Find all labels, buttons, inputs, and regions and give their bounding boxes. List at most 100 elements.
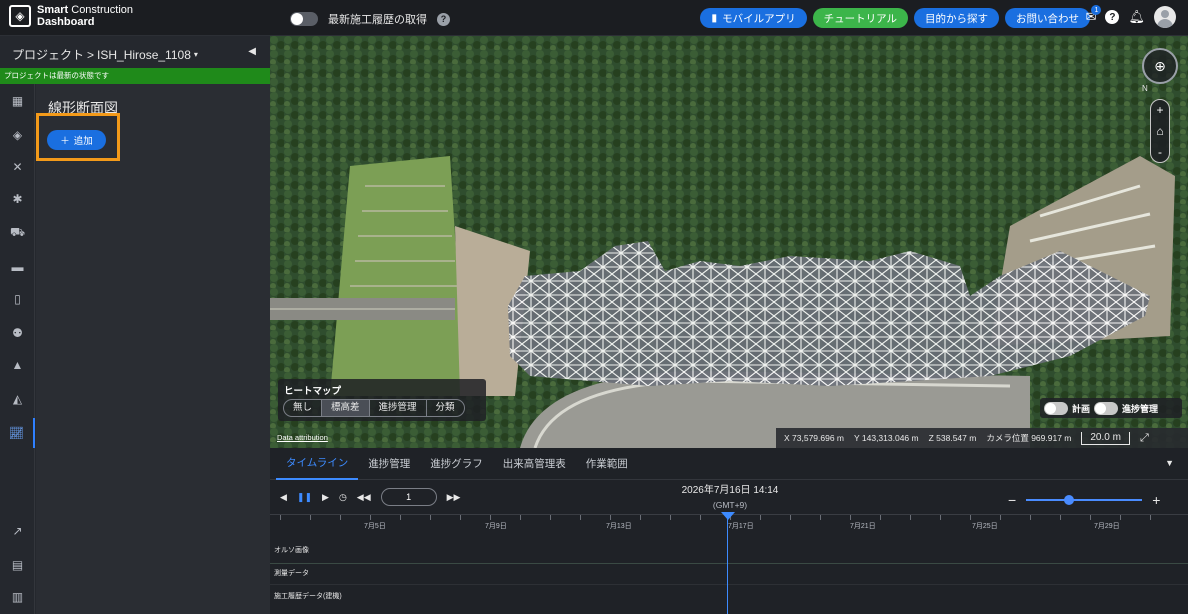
device-icon[interactable]: ▯: [0, 284, 35, 314]
zoom-in-icon[interactable]: +: [1156, 103, 1163, 117]
dashboard-icon[interactable]: ▦: [0, 86, 35, 116]
coord-z: Z 538.547 m: [928, 433, 977, 443]
plan-toggle[interactable]: [1044, 401, 1068, 415]
date-label: 7月25日: [972, 523, 998, 530]
add-button-label: 追加: [73, 136, 93, 147]
timeline-cursor-head[interactable]: [721, 512, 735, 520]
date-label: 7月21日: [850, 523, 876, 530]
contact-label: お問い合わせ: [1016, 12, 1079, 25]
step-back-icon[interactable]: ◀: [280, 492, 287, 503]
progress-toggle[interactable]: [1094, 401, 1119, 415]
heatmap-segmented-control: 無し 標高差 進捗管理 分類: [283, 399, 465, 417]
data-attribution-link[interactable]: Data attribution: [277, 433, 328, 442]
zoom-track[interactable]: [1026, 495, 1143, 505]
tab-work-area[interactable]: 作業範囲: [576, 449, 638, 479]
heatmap-option-none[interactable]: 無し: [284, 400, 323, 416]
coord-x: X 73,579.696 m: [784, 433, 845, 443]
settings-icon[interactable]: ✱: [0, 184, 35, 214]
folder-icon[interactable]: ▬: [0, 252, 35, 282]
header-icons: ✉ 1 ? 🔔︎: [1086, 5, 1176, 28]
timeline-panel: タイムライン 進捗管理 進捗グラフ 出来高管理表 作業範囲 ▼ ◀ ❚❚ ▶ ◷…: [270, 448, 1188, 614]
search-by-purpose-label: 目的から探す: [925, 12, 988, 25]
bell-icon[interactable]: 🔔︎: [1128, 9, 1145, 25]
heatmap-option-classification[interactable]: 分類: [427, 400, 464, 416]
timeline-zoom-slider: − +: [1008, 492, 1160, 508]
tools-icon[interactable]: ✕: [0, 152, 35, 182]
scale-bar: 20.0 m: [1081, 431, 1130, 445]
mobile-app-button[interactable]: ▮ モバイルアプリ: [700, 8, 807, 28]
help-icon[interactable]: ?: [437, 12, 450, 26]
tab-timeline[interactable]: タイムライン: [276, 448, 359, 480]
breadcrumb[interactable]: プロジェクト > ISH_Hirose_1108 ▾: [12, 46, 198, 63]
cross-section-icon[interactable]: 📈︎: [0, 418, 35, 448]
zoom-in-timeline-icon[interactable]: +: [1152, 492, 1160, 508]
playback-controls: ◀ ❚❚ ▶ ◷ ◀◀ ▶▶: [280, 488, 460, 506]
zoom-control: + ⌂ -: [1150, 99, 1170, 163]
play-icon[interactable]: ▶: [322, 492, 329, 503]
tab-progress[interactable]: 進捗管理: [358, 449, 420, 479]
help-center-icon[interactable]: ?: [1105, 10, 1120, 24]
latest-history-control: 最新施工履歴の取得 ?: [290, 11, 450, 27]
zoom-out-icon[interactable]: -: [1158, 145, 1162, 159]
tab-progress-graph[interactable]: 進捗グラフ: [420, 449, 493, 479]
progress-label: 進捗管理: [1122, 403, 1159, 414]
compass-icon[interactable]: ⊕: [1142, 48, 1178, 84]
app-logo[interactable]: ◈ Smart Construction Dashboard: [9, 4, 133, 28]
report-icon[interactable]: ▥: [0, 582, 35, 612]
speed-icon[interactable]: ◷: [339, 492, 347, 503]
date-label: 7月29日: [1094, 523, 1120, 530]
search-by-purpose-button[interactable]: 目的から探す: [914, 8, 999, 28]
measure-icon[interactable]: ◭: [0, 384, 35, 414]
step-input[interactable]: [380, 488, 437, 506]
chevron-down-icon[interactable]: ▾: [194, 50, 198, 59]
timeline-cursor[interactable]: [727, 512, 728, 614]
add-button[interactable]: ＋ 追加: [47, 130, 106, 150]
date-label: 7月9日: [485, 523, 507, 530]
project-status-bar: プロジェクトは最新の状態です: [0, 68, 270, 84]
icon-rail: ▦ ◈ ✕ ✱ ⛟ ▬ ▯ ⚉ ▲ ◭ 📈︎ ↗ ▤ ▥: [0, 84, 35, 614]
timeline-row-line: [270, 584, 1188, 585]
external-link-icon[interactable]: ↗: [0, 516, 35, 546]
compass-north-label: N: [1142, 84, 1148, 93]
breadcrumb-separator: >: [87, 47, 95, 62]
mobile-icon: ▮: [711, 12, 718, 24]
tutorial-button[interactable]: チュートリアル: [812, 8, 908, 28]
notification-badge: 1: [1091, 5, 1102, 15]
home-icon[interactable]: ⌂: [1156, 124, 1163, 138]
layers-icon[interactable]: ◈: [0, 120, 35, 150]
collapse-panel-icon[interactable]: ◀: [248, 46, 256, 57]
current-datetime: 2026年7月16日 14:14 (GMT+9): [670, 484, 790, 512]
heatmap-option-progress[interactable]: 進捗管理: [370, 400, 427, 416]
timeline-row-line: [270, 563, 1188, 564]
mail-icon[interactable]: ✉ 1: [1086, 5, 1102, 25]
contact-button[interactable]: お問い合わせ: [1005, 8, 1090, 28]
timezone-label: (GMT+9): [712, 500, 748, 510]
collapse-timeline-icon[interactable]: ▼: [1165, 458, 1174, 468]
logo-line1: Smart: [37, 4, 69, 16]
tab-volume-table[interactable]: 出来高管理表: [493, 449, 576, 479]
map-view[interactable]: ⊕ N + ⌂ - ヒートマップ 無し 標高差 進捗管理 分類 計画 進捗管理 …: [270, 36, 1188, 448]
fast-forward-icon[interactable]: ▶▶: [447, 492, 461, 503]
plus-icon: ＋: [60, 136, 70, 147]
team-icon[interactable]: ⚉: [0, 318, 35, 348]
date-label: 7月5日: [364, 523, 386, 530]
latest-history-toggle[interactable]: [290, 12, 318, 26]
rewind-icon[interactable]: ◀◀: [357, 492, 371, 503]
latest-history-label: 最新施工履歴の取得: [328, 14, 427, 26]
map-controls: ⊕ N + ⌂ -: [1142, 48, 1178, 163]
zoom-out-timeline-icon[interactable]: −: [1008, 492, 1016, 508]
fullscreen-icon[interactable]: ⤢: [1140, 432, 1149, 445]
zoom-knob[interactable]: [1064, 495, 1075, 505]
machine-icon[interactable]: ⛟: [0, 218, 35, 248]
document-icon[interactable]: ▤: [0, 550, 35, 580]
breadcrumb-root[interactable]: プロジェクト: [12, 46, 84, 63]
objects-icon[interactable]: ▲: [0, 350, 35, 380]
heatmap-option-elevation[interactable]: 標高差: [322, 400, 370, 416]
logo-line1b: Construction: [71, 4, 134, 16]
top-header: ◈ Smart Construction Dashboard 最新施工履歴の取得…: [0, 0, 1188, 36]
logo-mark-icon: ◈: [9, 5, 31, 27]
project-name[interactable]: ISH_Hirose_1108: [97, 48, 191, 62]
user-avatar[interactable]: [1154, 6, 1176, 28]
pause-icon[interactable]: ❚❚: [297, 492, 312, 503]
date-label: 7月13日: [606, 523, 632, 530]
